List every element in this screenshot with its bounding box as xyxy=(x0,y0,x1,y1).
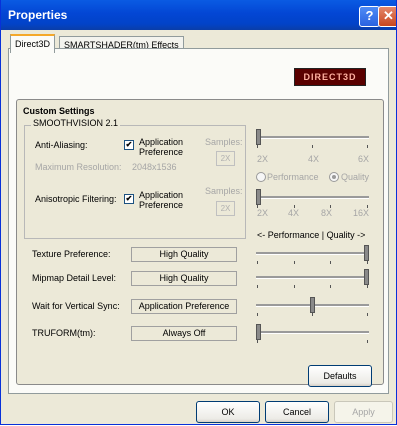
af-scale-4x: 4X xyxy=(288,208,300,218)
af-scale-16x: 16X xyxy=(353,208,370,218)
antialiasing-app-pref-label: Application Preference xyxy=(139,137,184,157)
texture-pref-slider[interactable] xyxy=(256,244,369,266)
apply-button[interactable]: Apply xyxy=(334,401,393,423)
af-samples-slider[interactable] xyxy=(256,188,369,210)
aa-samples-value: 2X xyxy=(216,151,235,166)
aa-samples-slider[interactable] xyxy=(256,128,369,150)
vsync-slider[interactable] xyxy=(256,296,369,318)
slider-thumb[interactable] xyxy=(310,297,315,313)
af-samples-label: Samples: xyxy=(205,186,243,196)
truform-label: TRUFORM(tm): xyxy=(32,328,96,338)
mipmap-value: High Quality xyxy=(131,271,237,286)
antialiasing-label: Anti-Aliasing: xyxy=(35,140,88,150)
direct3d-logo: DIRECT3D xyxy=(294,68,366,86)
af-scale-2x: 2X xyxy=(257,208,269,218)
aa-samples-label: Samples: xyxy=(205,137,243,147)
ok-button[interactable]: OK xyxy=(196,401,260,423)
perf-quality-label: <- Performance | Quality -> xyxy=(257,230,366,240)
af-scale-8x: 8X xyxy=(321,208,333,218)
properties-window: Properties ? ✕ Direct3D SMARTSHADER(tm) … xyxy=(0,0,397,425)
vsync-value: Application Preference xyxy=(131,299,237,314)
anisotropic-label: Anisotropic Filtering: xyxy=(35,194,117,204)
quality-radio-label: Quality xyxy=(341,172,370,182)
window-title: Properties xyxy=(8,8,68,22)
truform-value: Always Off xyxy=(131,326,237,341)
custom-settings-heading: Custom Settings xyxy=(23,106,95,116)
truform-slider[interactable] xyxy=(256,323,369,345)
performance-radio[interactable] xyxy=(256,172,266,182)
defaults-button[interactable]: Defaults xyxy=(308,365,372,387)
slider-thumb[interactable] xyxy=(256,129,261,145)
texture-pref-value: High Quality xyxy=(131,247,237,262)
tab-direct3d[interactable]: Direct3D xyxy=(10,34,56,53)
antialiasing-app-pref-checkbox[interactable]: ✔ xyxy=(124,140,134,150)
anisotropic-app-pref-label: Application Preference xyxy=(139,190,184,210)
smoothvision-legend: SMOOTHVISION 2.1 xyxy=(31,118,121,128)
quality-radio[interactable] xyxy=(329,172,339,182)
title-bar[interactable]: Properties ? ✕ xyxy=(1,0,396,30)
mipmap-slider[interactable] xyxy=(256,268,369,290)
aa-scale-6x: 6X xyxy=(358,154,370,164)
help-button[interactable]: ? xyxy=(359,6,380,27)
performance-radio-label: Performance xyxy=(267,172,319,182)
slider-thumb[interactable] xyxy=(256,189,261,205)
af-samples-value: 2X xyxy=(216,201,235,216)
max-resolution-value: 2048x1536 xyxy=(132,162,177,172)
slider-thumb[interactable] xyxy=(256,324,261,340)
cancel-button[interactable]: Cancel xyxy=(265,401,329,423)
anisotropic-app-pref-checkbox[interactable]: ✔ xyxy=(124,194,134,204)
texture-pref-label: Texture Preference: xyxy=(32,249,111,259)
vsync-label: Wait for Vertical Sync: xyxy=(32,301,120,311)
max-resolution-label: Maximum Resolution: xyxy=(35,162,122,172)
close-button[interactable]: ✕ xyxy=(378,6,396,27)
slider-thumb[interactable] xyxy=(364,245,369,261)
mipmap-label: Mipmap Detail Level: xyxy=(32,273,117,283)
aa-scale-4x: 4X xyxy=(308,154,320,164)
slider-thumb[interactable] xyxy=(364,269,369,285)
aa-scale-2x: 2X xyxy=(257,154,269,164)
